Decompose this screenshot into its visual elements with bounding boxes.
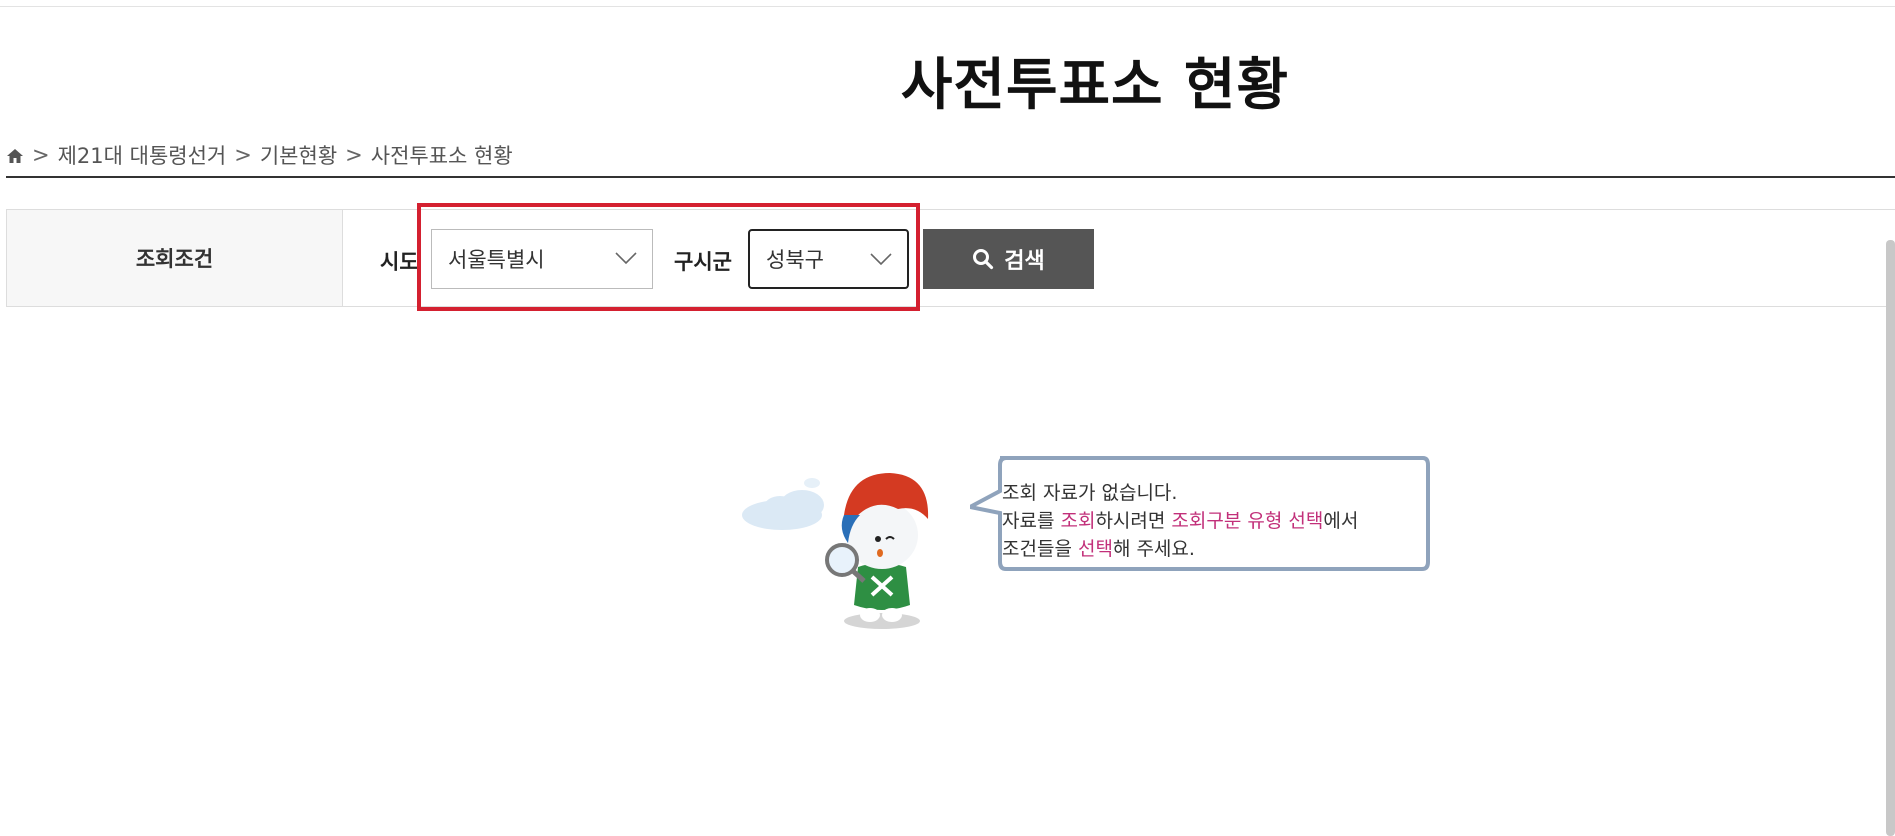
empty-message-line3: 조건들을 선택해 주세요. bbox=[1002, 538, 1195, 560]
search-condition-label: 조회조건 bbox=[6, 210, 343, 306]
empty-message-line1: 조회 자료가 없습니다. bbox=[1002, 482, 1178, 504]
top-divider bbox=[0, 6, 1895, 7]
sido-select-value: 서울특별시 bbox=[448, 248, 545, 272]
empty-message-line2: 자료를 조회하시려면 조회구분 유형 선택에서 bbox=[1002, 510, 1359, 532]
breadcrumb-item-election[interactable]: 제21대 대통령선거 bbox=[58, 140, 227, 170]
home-icon[interactable] bbox=[6, 146, 24, 164]
search-panel: 조회조건 시도 서울특별시 구시군 성북구 검색 bbox=[6, 209, 1895, 307]
breadcrumb-item-current: 사전투표소 현황 bbox=[370, 144, 513, 168]
empty-state: 조회 자료가 없습니다. 자료를 조회하시려면 조회구분 유형 선택에서 조건들… bbox=[730, 455, 1450, 635]
search-icon bbox=[973, 249, 994, 270]
breadcrumb: > 제21대 대통령선거 > 기본현황 > 사전투표소 현황 bbox=[6, 140, 513, 170]
gusi-select-value: 성북구 bbox=[766, 248, 824, 272]
search-button[interactable]: 검색 bbox=[923, 229, 1094, 289]
gusi-select[interactable]: 성북구 bbox=[748, 229, 909, 289]
breadcrumb-separator: > bbox=[234, 143, 252, 167]
chevron-down-icon bbox=[870, 253, 892, 266]
breadcrumb-item-basic-status[interactable]: 기본현황 bbox=[260, 140, 337, 170]
breadcrumb-separator: > bbox=[345, 143, 363, 167]
empty-message: 조회 자료가 없습니다. 자료를 조회하시려면 조회구분 유형 선택에서 조건들… bbox=[1002, 479, 1358, 563]
sido-select[interactable]: 서울특별시 bbox=[431, 229, 653, 289]
chevron-down-icon bbox=[615, 252, 637, 265]
sido-label: 시도 bbox=[380, 250, 419, 274]
breadcrumb-separator: > bbox=[32, 143, 50, 167]
gusi-label: 구시군 bbox=[674, 250, 732, 274]
search-button-label: 검색 bbox=[1004, 249, 1045, 274]
vertical-scrollbar[interactable] bbox=[1886, 240, 1895, 836]
mascot-illustration bbox=[742, 473, 929, 629]
page-title: 사전투표소 현황 bbox=[900, 53, 1290, 118]
title-divider bbox=[6, 176, 1895, 178]
